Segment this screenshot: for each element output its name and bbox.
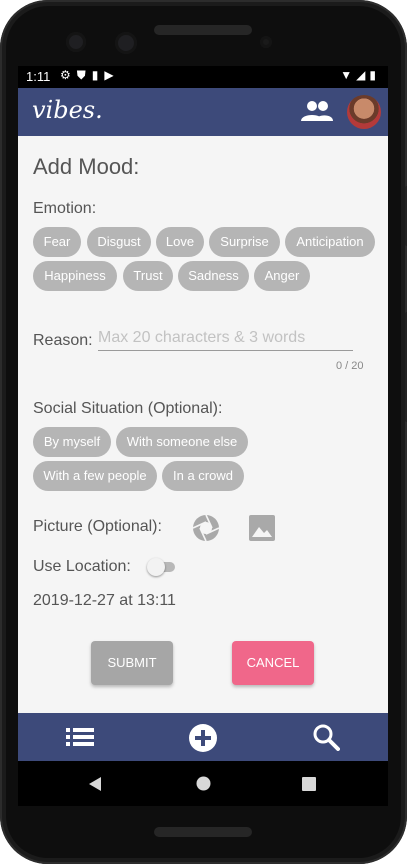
add-circle-icon[interactable] bbox=[188, 723, 218, 753]
screen: 1:11 ⚙⛊▮▶ ▼◢▮ vibes. Add Mood: Emotion: … bbox=[18, 66, 388, 806]
social-chip-in-a-crowd[interactable]: In a crowd bbox=[162, 461, 244, 491]
status-bar: 1:11 ⚙⛊▮▶ ▼◢▮ bbox=[18, 66, 388, 88]
phone-frame: 1:11 ⚙⛊▮▶ ▼◢▮ vibes. Add Mood: Emotion: … bbox=[0, 0, 407, 864]
status-notification-icons: ⚙⛊▮▶ bbox=[60, 68, 120, 82]
emotion-chip-sadness[interactable]: Sadness bbox=[178, 261, 249, 291]
top-speaker bbox=[154, 25, 252, 35]
page-title: Add Mood: bbox=[33, 154, 140, 179]
add-mood-form: Add Mood: Emotion: Fear Disgust Love Sur… bbox=[18, 136, 388, 713]
social-chip-with-someone-else[interactable]: With someone else bbox=[116, 427, 248, 457]
emotion-chip-happiness[interactable]: Happiness bbox=[33, 261, 117, 291]
emotion-chip-love[interactable]: Love bbox=[156, 227, 204, 257]
mood-datetime: 2019-12-27 at 13:11 bbox=[33, 592, 176, 609]
proximity-sensor bbox=[260, 36, 272, 48]
emotion-chip-fear[interactable]: Fear bbox=[33, 227, 81, 257]
toggle-thumb bbox=[147, 558, 165, 576]
reason-input[interactable] bbox=[98, 326, 353, 351]
picture-label: Picture (Optional): bbox=[33, 518, 162, 535]
status-time: 1:11 bbox=[26, 69, 51, 84]
cancel-button[interactable]: CANCEL bbox=[232, 641, 314, 685]
emotion-chip-anticipation[interactable]: Anticipation bbox=[285, 227, 375, 257]
bottom-nav bbox=[18, 713, 388, 761]
avatar[interactable] bbox=[347, 95, 381, 129]
gallery-icon[interactable] bbox=[248, 514, 276, 542]
reason-label: Reason: bbox=[33, 332, 93, 349]
app-logo: vibes. bbox=[32, 96, 103, 124]
status-system-icons: ▼◢▮ bbox=[340, 68, 380, 82]
social-chip-by-myself[interactable]: By myself bbox=[33, 427, 111, 457]
social-situation-label: Social Situation (Optional): bbox=[33, 400, 223, 417]
back-icon[interactable] bbox=[88, 776, 102, 792]
emotion-label: Emotion: bbox=[33, 200, 97, 217]
reason-counter: 0 / 20 bbox=[336, 360, 364, 372]
location-label: Use Location: bbox=[33, 558, 131, 575]
list-icon[interactable] bbox=[66, 727, 94, 747]
emotion-chip-surprise[interactable]: Surprise bbox=[209, 227, 280, 257]
people-icon[interactable] bbox=[301, 100, 333, 122]
emotion-chip-disgust[interactable]: Disgust bbox=[87, 227, 151, 257]
search-icon[interactable] bbox=[312, 723, 340, 751]
submit-button[interactable]: SUBMIT bbox=[91, 641, 173, 685]
social-chip-few-people[interactable]: With a few people bbox=[33, 461, 157, 491]
camera-icon[interactable] bbox=[191, 513, 221, 543]
bottom-speaker bbox=[154, 827, 252, 837]
system-nav bbox=[18, 761, 388, 806]
front-camera bbox=[115, 32, 137, 54]
location-toggle[interactable] bbox=[147, 558, 177, 576]
emotion-chip-trust[interactable]: Trust bbox=[123, 261, 173, 291]
home-icon[interactable] bbox=[196, 776, 211, 791]
recents-icon[interactable] bbox=[302, 777, 316, 791]
app-bar: vibes. bbox=[18, 88, 388, 136]
emotion-chip-anger[interactable]: Anger bbox=[254, 261, 310, 291]
front-sensor bbox=[66, 32, 86, 52]
